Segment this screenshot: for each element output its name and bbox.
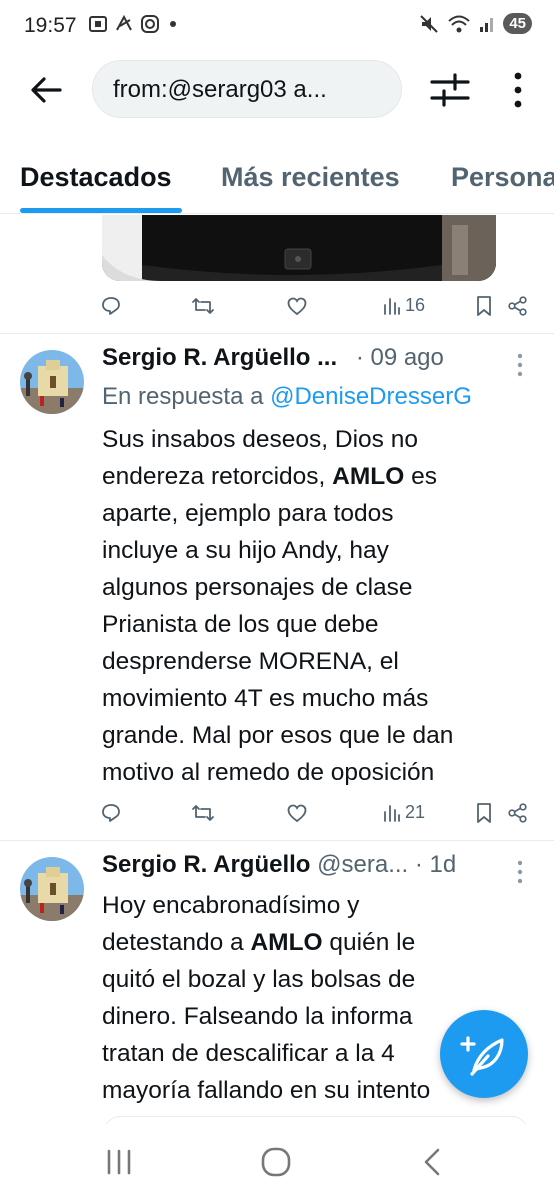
search-topbar: from:@serarg03 a... xyxy=(0,56,554,124)
highlighted-term: AMLO xyxy=(250,929,323,956)
more-vertical-icon[interactable] xyxy=(504,68,532,112)
like-button[interactable] xyxy=(286,295,308,317)
share-button[interactable] xyxy=(507,802,529,824)
status-right-icons: 45 xyxy=(419,13,532,34)
instagram-icon xyxy=(141,15,159,33)
tweet-line: Prianista de los que debe xyxy=(102,611,379,638)
bookmark-button[interactable] xyxy=(475,802,493,824)
tweet-line: aparte, ejemplo para todos xyxy=(102,500,394,527)
tweet-header: Sergio R. Argüello @sera... · 1d xyxy=(102,851,522,885)
wifi-icon xyxy=(448,15,470,32)
tweet-line: algunos personajes de clase xyxy=(102,574,413,601)
back-nav-icon[interactable] xyxy=(420,1146,444,1178)
tweet-divider xyxy=(0,333,554,334)
bookmark-icon xyxy=(477,803,491,823)
tweet-line: desprenderse MORENA, el xyxy=(102,648,399,675)
bookmark-button[interactable] xyxy=(475,295,493,317)
recent-apps-icon[interactable] xyxy=(104,1148,134,1176)
search-input[interactable]: from:@serarg03 a... xyxy=(92,60,402,118)
tab-personas[interactable]: Persona xyxy=(451,162,554,193)
app-icon xyxy=(116,14,132,31)
tweet-line: movimiento 4T es mucho más xyxy=(102,685,429,712)
retweet-icon xyxy=(192,805,214,821)
back-arrow-icon[interactable] xyxy=(26,70,66,110)
share-icon xyxy=(508,803,527,823)
battery-badge: 45 xyxy=(503,13,532,34)
active-tab-indicator xyxy=(20,208,182,213)
tweet-line: Sus insabos deseos, Dios no xyxy=(102,426,418,453)
avatar[interactable] xyxy=(20,350,84,414)
tweet-timestamp[interactable]: · 1d xyxy=(408,851,456,878)
home-icon[interactable] xyxy=(260,1146,292,1178)
tab-destacados[interactable]: Destacados xyxy=(20,162,172,193)
mute-icon xyxy=(420,14,439,33)
compose-tweet-button[interactable] xyxy=(440,1010,528,1098)
reply-button[interactable] xyxy=(100,802,122,824)
tweet-author-name[interactable]: Sergio R. Argüello xyxy=(102,851,310,878)
views-chart-icon xyxy=(384,297,400,315)
tweet-timestamp[interactable]: · 09 ago xyxy=(356,344,444,371)
share-button[interactable] xyxy=(507,295,529,317)
tweet-actions: 21 xyxy=(100,798,530,832)
tweet-more-icon[interactable] xyxy=(512,857,528,887)
like-button[interactable] xyxy=(286,802,308,824)
tweet-line: Hoy encabronadísimo y xyxy=(102,892,360,919)
tweet-line: endereza retorcidos, AMLO es xyxy=(102,463,437,490)
tweet-line: motivo al remedo de oposición xyxy=(102,759,435,786)
tweet-header: Sergio R. Argüello ... · 09 ago xyxy=(102,344,522,378)
bookmark-icon xyxy=(477,296,491,316)
tweet-more-icon[interactable] xyxy=(512,350,528,380)
views-button[interactable]: 16 xyxy=(383,295,425,316)
highlighted-term: AMLO xyxy=(332,463,405,490)
reply-context: En respuesta a @DeniseDresserG xyxy=(102,383,472,411)
heart-icon xyxy=(287,804,307,823)
status-time: 19:57 xyxy=(24,14,77,37)
reply-icon xyxy=(102,297,120,315)
reply-button[interactable] xyxy=(100,295,122,317)
search-tabs: Destacados Más recientes Persona xyxy=(0,152,554,214)
views-count: 16 xyxy=(405,295,426,315)
views-button[interactable]: 21 xyxy=(383,802,425,823)
status-left-icons xyxy=(88,14,180,34)
tweet-divider xyxy=(0,840,554,841)
status-bar: 19:57 45 xyxy=(0,0,554,52)
reply-mention-link[interactable]: @DeniseDresserG xyxy=(270,383,472,410)
search-query: from:@serarg03 a... xyxy=(113,76,327,103)
tweet-actions: 16 xyxy=(100,291,530,325)
retweet-icon xyxy=(192,298,214,314)
tweet-author-name[interactable]: Sergio R. Argüello ... xyxy=(102,344,337,371)
views-chart-icon xyxy=(384,804,400,822)
tweet-author-handle[interactable]: @sera... xyxy=(310,851,408,878)
dot-icon xyxy=(170,21,176,27)
signal-icon xyxy=(480,17,494,32)
tweet-line: quitó el bozal y las bolsas de xyxy=(102,966,416,993)
tweet-line: incluye a su hijo Andy, hay xyxy=(102,537,389,564)
system-navigation-bar xyxy=(0,1124,554,1200)
share-icon xyxy=(508,296,527,316)
tab-mas-recientes[interactable]: Más recientes xyxy=(221,162,400,193)
tweet-line: detestando a AMLO quién le xyxy=(102,929,416,956)
avatar[interactable] xyxy=(20,857,84,921)
retweet-button[interactable] xyxy=(191,802,215,824)
tweet-text: Sus insabos deseos, Dios no endereza ret… xyxy=(102,421,522,791)
retweet-button[interactable] xyxy=(191,295,215,317)
reply-icon xyxy=(102,804,120,822)
reply-prefix: En respuesta a xyxy=(102,383,271,410)
screenshot-icon xyxy=(89,16,107,32)
filter-sliders-icon[interactable] xyxy=(428,70,472,110)
tweet-media-image[interactable] xyxy=(102,215,496,281)
tweet-line: grande. Mal por esos que le dan xyxy=(102,722,454,749)
compose-feather-icon xyxy=(460,1036,504,1076)
heart-icon xyxy=(287,297,307,316)
views-count: 21 xyxy=(405,802,426,822)
